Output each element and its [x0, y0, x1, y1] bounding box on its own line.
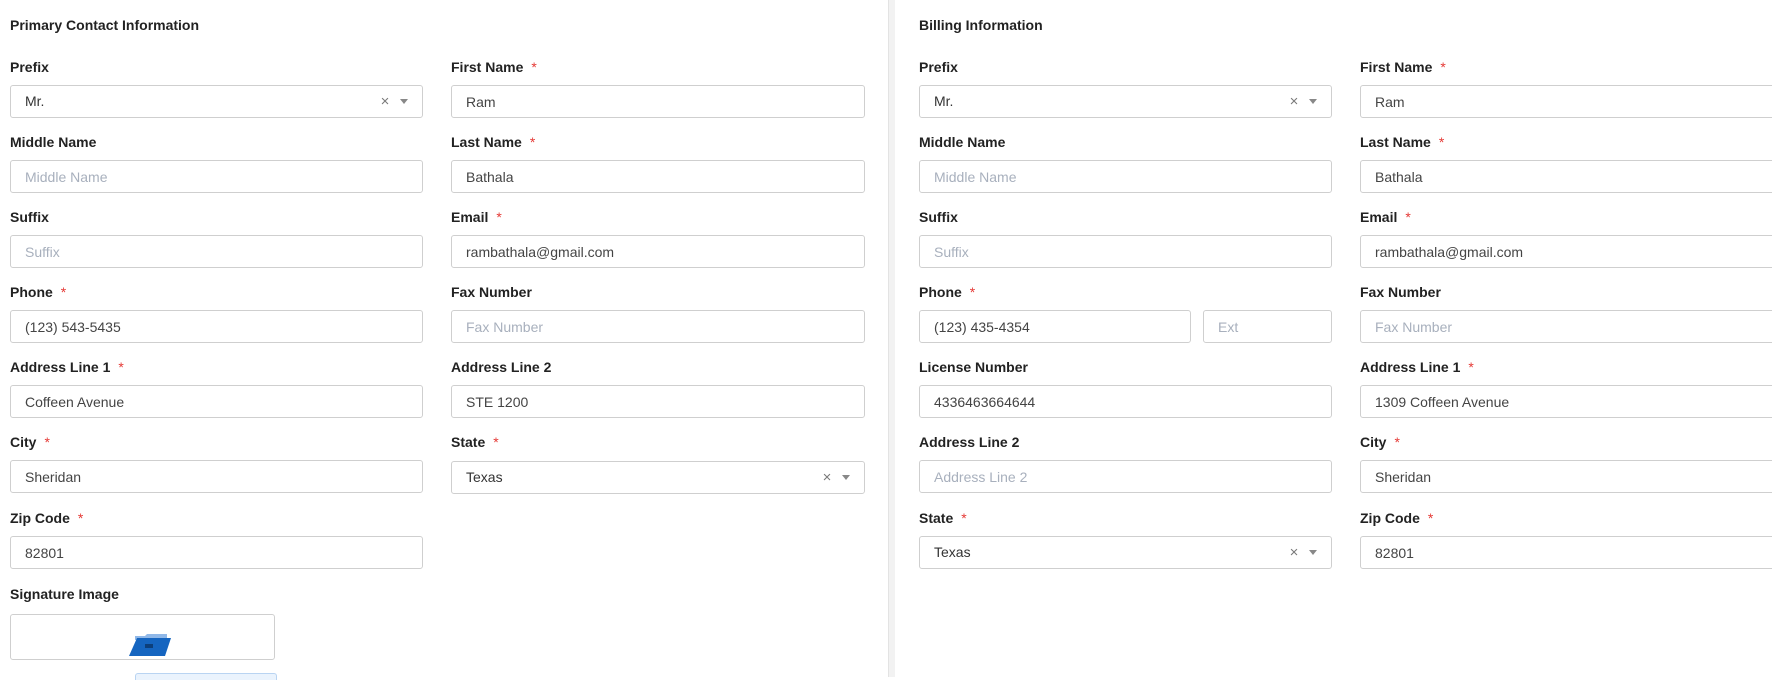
address2-label: Address Line 2 — [451, 359, 552, 375]
address1-input[interactable] — [10, 385, 423, 418]
middle-name-label: Middle Name — [10, 134, 97, 150]
prefix-select[interactable]: Mr. × — [919, 85, 1332, 118]
state-value: Texas — [466, 469, 503, 485]
section-title: Billing Information — [919, 17, 1043, 33]
zip-label: Zip Code * — [1360, 510, 1434, 526]
address2-input[interactable] — [919, 460, 1332, 493]
middle-name-label: Middle Name — [919, 134, 1006, 150]
license-input[interactable] — [919, 385, 1332, 418]
panel-divider — [888, 0, 895, 677]
suffix-label: Suffix — [10, 209, 49, 225]
first-name-input[interactable] — [1360, 85, 1772, 118]
last-name-label: Last Name * — [1360, 134, 1445, 150]
phone-ext-input[interactable] — [1203, 310, 1332, 343]
city-input[interactable] — [1360, 460, 1772, 493]
phone-input[interactable] — [10, 310, 423, 343]
prefix-value: Mr. — [25, 93, 45, 109]
email-label: Email * — [451, 209, 502, 225]
phone-input[interactable] — [919, 310, 1191, 343]
first-name-label: First Name * — [451, 59, 537, 75]
last-name-label: Last Name * — [451, 134, 536, 150]
first-name-label: First Name * — [1360, 59, 1446, 75]
billing-panel: Billing Information Prefix Mr. × First N… — [895, 0, 1772, 677]
email-input[interactable] — [1360, 235, 1772, 268]
fax-input[interactable] — [451, 310, 865, 343]
primary-contact-panel: Primary Contact Information Prefix Mr. ×… — [0, 0, 888, 680]
signature-label: Signature Image — [10, 586, 119, 602]
section-title: Primary Contact Information — [10, 17, 200, 33]
email-label: Email * — [1360, 209, 1411, 225]
last-name-input[interactable] — [1360, 160, 1772, 193]
prefix-select[interactable]: Mr. × — [10, 85, 423, 118]
prefix-label: Prefix — [10, 59, 49, 75]
suffix-input[interactable] — [10, 235, 423, 268]
clear-icon[interactable]: × — [818, 462, 836, 493]
signature-upload-box[interactable] — [10, 614, 275, 660]
first-name-input[interactable] — [451, 85, 865, 118]
city-label: City * — [1360, 434, 1400, 450]
chevron-down-icon[interactable] — [400, 99, 408, 104]
fax-input[interactable] — [1360, 310, 1772, 343]
address1-label: Address Line 1 * — [1360, 359, 1474, 375]
middle-name-input[interactable] — [10, 160, 423, 193]
state-label: State * — [919, 510, 967, 526]
state-select[interactable]: Texas × — [919, 536, 1332, 569]
email-input[interactable] — [451, 235, 865, 268]
clear-icon[interactable]: × — [1285, 537, 1303, 568]
last-name-input[interactable] — [451, 160, 865, 193]
zip-input[interactable] — [1360, 536, 1772, 569]
chevron-down-icon[interactable] — [1309, 99, 1317, 104]
state-select[interactable]: Texas × — [451, 461, 865, 494]
address1-label: Address Line 1 * — [10, 359, 124, 375]
phone-label: Phone * — [919, 284, 976, 300]
city-input[interactable] — [10, 460, 423, 493]
chevron-down-icon[interactable] — [1309, 550, 1317, 555]
city-label: City * — [10, 434, 50, 450]
zip-input[interactable] — [10, 536, 423, 569]
prefix-label: Prefix — [919, 59, 958, 75]
fax-label: Fax Number — [1360, 284, 1441, 300]
address2-input[interactable] — [451, 385, 865, 418]
prefix-value: Mr. — [934, 93, 954, 109]
folder-icon — [129, 634, 171, 656]
license-label: License Number — [919, 359, 1028, 375]
clear-icon[interactable]: × — [1285, 86, 1303, 117]
phone-label: Phone * — [10, 284, 67, 300]
state-value: Texas — [934, 544, 971, 560]
state-label: State * — [451, 434, 499, 450]
zip-label: Zip Code * — [10, 510, 84, 526]
middle-name-input[interactable] — [919, 160, 1332, 193]
fax-label: Fax Number — [451, 284, 532, 300]
chevron-down-icon[interactable] — [842, 475, 850, 480]
address2-label: Address Line 2 — [919, 434, 1020, 450]
address1-input[interactable] — [1360, 385, 1772, 418]
suffix-input[interactable] — [919, 235, 1332, 268]
clear-icon[interactable]: × — [376, 86, 394, 117]
suffix-label: Suffix — [919, 209, 958, 225]
